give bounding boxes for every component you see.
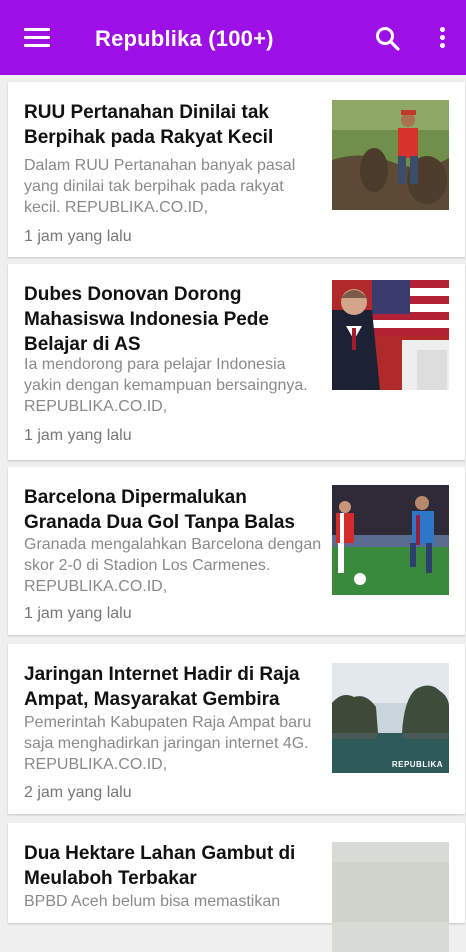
article-thumbnail xyxy=(332,280,449,390)
article-snippet: Granada mengalahkan Barcelona dengan sko… xyxy=(24,536,322,595)
thumbnail-watermark: REPUBLIKA xyxy=(391,760,443,769)
article-card[interactable]: Jaringan Internet Hadir di Raja Ampat, M… xyxy=(8,644,465,814)
more-options-icon[interactable] xyxy=(436,27,448,51)
article-headline: Dua Hektare Lahan Gambut di Meulaboh Ter… xyxy=(24,843,296,889)
article-headline: RUU Pertanahan Dinilai tak Berpihak pada… xyxy=(24,102,274,148)
app-title: Republika (100+) xyxy=(95,26,274,51)
search-icon[interactable] xyxy=(374,25,402,53)
article-thumbnail xyxy=(332,100,449,210)
app-bar: Republika (100+) xyxy=(0,0,466,75)
article-time: 1 jam yang lalu xyxy=(24,228,132,245)
article-headline: Jaringan Internet Hadir di Raja Ampat, M… xyxy=(24,664,300,710)
article-headline: Dubes Donovan Dorong Mahasiswa Indonesia… xyxy=(24,284,269,355)
article-snippet: Pemerintah Kabupaten Raja Ampat baru saj… xyxy=(24,714,312,773)
article-card[interactable]: RUU Pertanahan Dinilai tak Berpihak pada… xyxy=(8,82,465,257)
hamburger-menu-icon[interactable] xyxy=(24,28,50,48)
article-time: 2 jam yang lalu xyxy=(24,784,132,801)
article-card[interactable]: Dubes Donovan Dorong Mahasiswa Indonesia… xyxy=(8,264,465,460)
article-card[interactable]: Barcelona Dipermalukan Granada Dua Gol T… xyxy=(8,467,465,635)
article-card[interactable]: Dua Hektare Lahan Gambut di Meulaboh Ter… xyxy=(8,823,465,952)
article-thumbnail xyxy=(332,485,449,595)
article-snippet: BPBD Aceh belum bisa memastikan xyxy=(24,893,281,910)
article-thumbnail xyxy=(332,842,449,952)
article-snippet: Ia mendorong para pelajar Indonesia yaki… xyxy=(24,356,308,415)
article-thumbnail: REPUBLIKA xyxy=(332,663,449,773)
article-time: 1 jam yang lalu xyxy=(24,605,132,622)
article-time: 1 jam yang lalu xyxy=(24,427,132,444)
article-headline: Barcelona Dipermalukan Granada Dua Gol T… xyxy=(24,487,296,533)
article-snippet: Dalam RUU Pertanahan banyak pasal yang d… xyxy=(24,157,296,216)
